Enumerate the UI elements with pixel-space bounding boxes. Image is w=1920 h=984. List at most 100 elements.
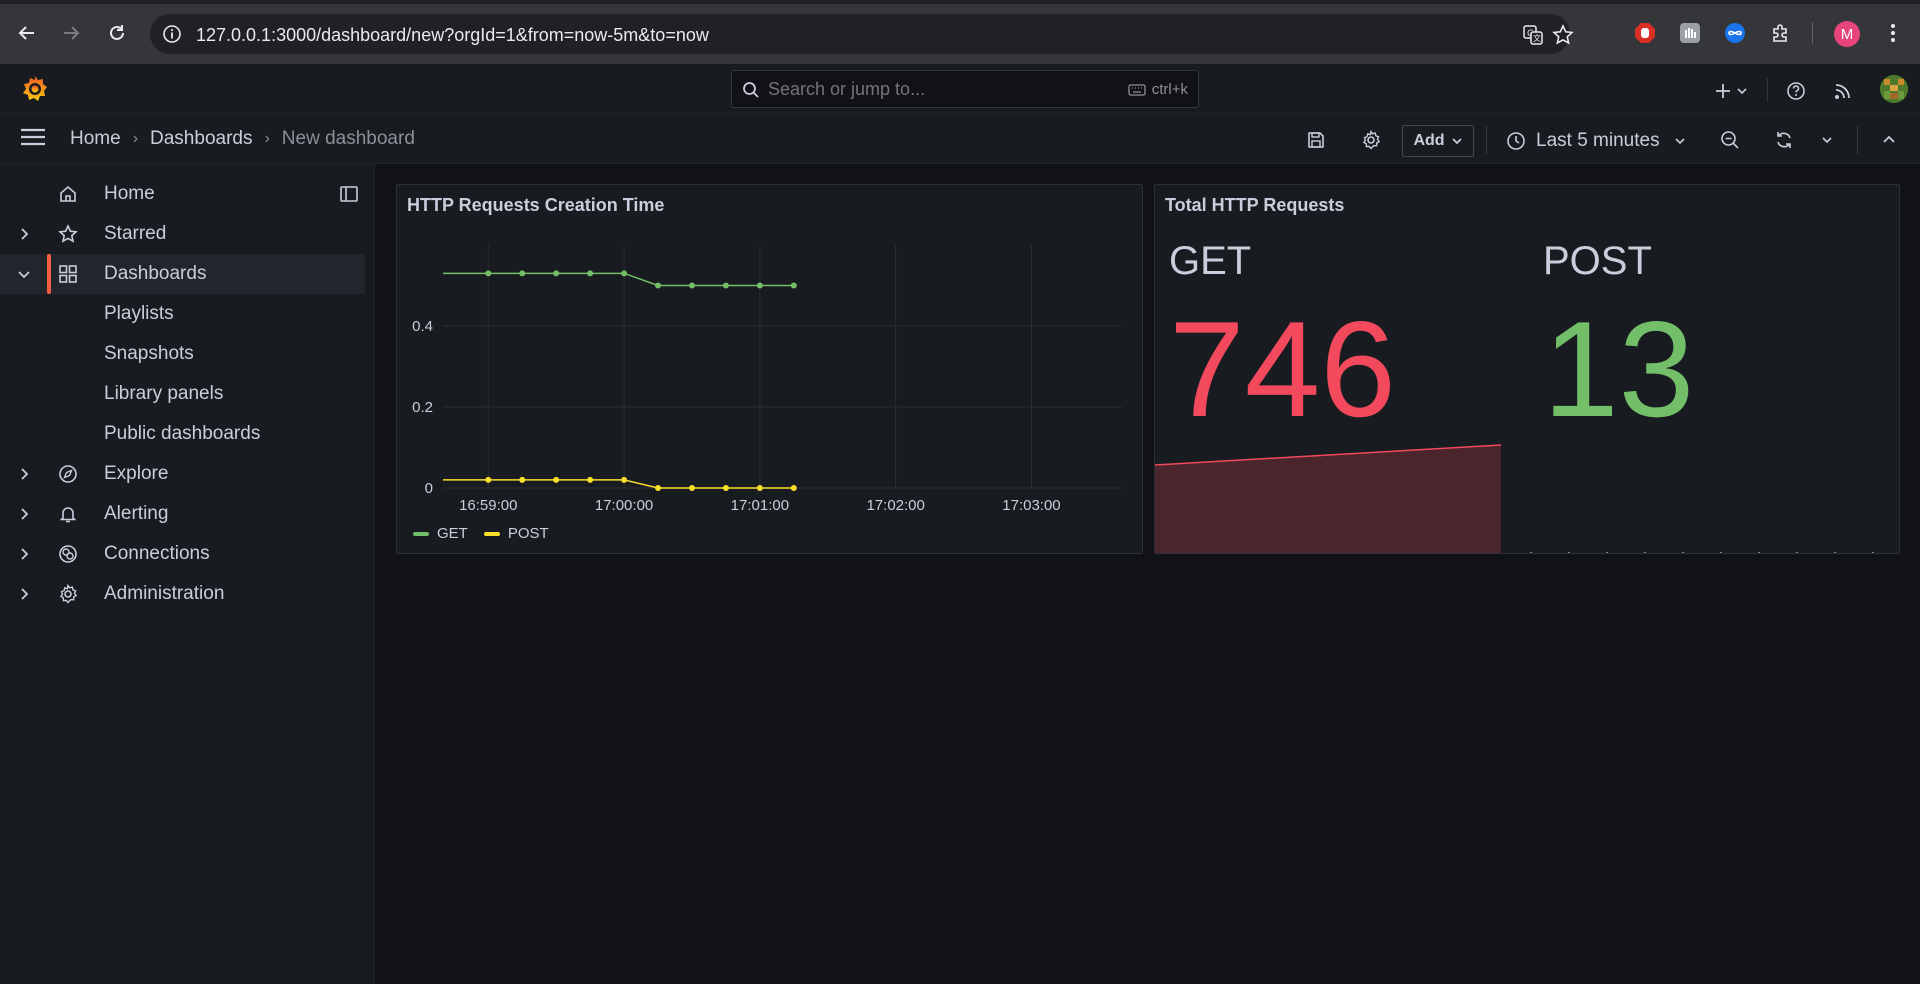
sidebar-item-label: Alerting bbox=[104, 503, 169, 524]
sidebar-item-label: Snapshots bbox=[104, 343, 194, 364]
dashboard-settings-button[interactable] bbox=[1357, 126, 1385, 154]
apps-icon bbox=[58, 264, 78, 284]
home-icon bbox=[58, 184, 78, 204]
sidebar-item-alerting[interactable]: Alerting bbox=[0, 494, 365, 534]
chevron-right-icon[interactable] bbox=[16, 506, 32, 522]
data-point-get bbox=[621, 270, 628, 277]
chevron-up-icon bbox=[1883, 135, 1895, 143]
sidebar-item-dashboards[interactable]: Dashboards bbox=[0, 254, 365, 294]
chevron-right-icon[interactable] bbox=[16, 586, 32, 602]
help-icon[interactable] bbox=[1783, 78, 1809, 104]
sidebar-item-label: Administration bbox=[104, 583, 225, 604]
time-range-picker[interactable]: Last 5 minutes bbox=[1506, 125, 1686, 157]
gear-icon bbox=[1362, 130, 1381, 150]
sidebar-item-explore[interactable]: Explore bbox=[0, 454, 365, 494]
refresh-interval-button[interactable] bbox=[1816, 126, 1838, 154]
extension-infinity-icon[interactable] bbox=[1722, 20, 1748, 46]
data-point-post bbox=[790, 485, 797, 491]
chevron-down-icon[interactable] bbox=[16, 266, 32, 282]
shortcut-hint: ctrl+k bbox=[1128, 81, 1188, 98]
sidebar-item-administration[interactable]: Administration bbox=[0, 574, 365, 614]
extensions-puzzle-icon[interactable] bbox=[1768, 20, 1794, 46]
grafana-logo[interactable] bbox=[20, 74, 50, 104]
forward-arrow-icon bbox=[64, 26, 80, 40]
chevron-right-icon[interactable] bbox=[16, 466, 32, 482]
chart-legend: GET POST bbox=[413, 525, 555, 542]
data-point-post bbox=[655, 485, 662, 491]
site-info-icon[interactable] bbox=[162, 24, 182, 44]
chevron-right-icon[interactable] bbox=[16, 546, 32, 562]
reload-button[interactable] bbox=[102, 18, 132, 48]
sidebar-item-home[interactable]: Home bbox=[0, 174, 365, 214]
grafana-topbar: ctrl+k bbox=[0, 64, 1920, 114]
x-tick-label: 17:02:00 bbox=[866, 497, 924, 514]
breadcrumb-home[interactable]: Home bbox=[70, 128, 121, 150]
reload-icon bbox=[110, 25, 124, 40]
refresh-icon bbox=[1777, 132, 1791, 148]
profile-avatar[interactable]: M bbox=[1834, 21, 1860, 47]
translate-icon[interactable]: G文 bbox=[1522, 24, 1544, 46]
legend-label: POST bbox=[507, 525, 549, 542]
x-tick-label: 17:01:00 bbox=[731, 497, 789, 514]
chevron-down-icon bbox=[1451, 138, 1462, 145]
dashboard-toolbar: Home › Dashboards › New dashboard Add La… bbox=[0, 114, 1920, 164]
sidebar-item-playlists[interactable]: Playlists bbox=[0, 294, 365, 334]
forward-button[interactable] bbox=[56, 18, 86, 48]
clock-icon bbox=[1507, 132, 1525, 150]
refresh-button[interactable] bbox=[1770, 126, 1798, 154]
back-button[interactable] bbox=[12, 18, 42, 48]
stat-get-name: GET bbox=[1169, 239, 1252, 283]
legend-item-get[interactable]: GET bbox=[413, 525, 468, 542]
legend-item-post[interactable]: POST bbox=[483, 525, 549, 542]
sidebar-item-starred[interactable]: Starred bbox=[0, 214, 365, 254]
hamburger-icon bbox=[21, 128, 45, 146]
data-point-get bbox=[587, 270, 594, 277]
bell-icon bbox=[58, 504, 78, 524]
chevron-right-icon[interactable] bbox=[16, 226, 32, 242]
new-dropdown-button[interactable] bbox=[1708, 78, 1754, 104]
search-input[interactable] bbox=[768, 79, 1068, 100]
plus-icon bbox=[1716, 84, 1730, 98]
user-avatar[interactable] bbox=[1880, 75, 1908, 103]
news-feed-icon[interactable] bbox=[1830, 78, 1856, 104]
stat-post-value: 13 bbox=[1543, 293, 1695, 445]
sidebar-item-connections[interactable]: Connections bbox=[0, 534, 365, 574]
data-point-post bbox=[519, 476, 526, 483]
browser-menu-icon[interactable] bbox=[1880, 20, 1906, 46]
legend-label: GET bbox=[437, 525, 468, 542]
chevron-right-icon: › bbox=[264, 130, 270, 147]
data-point-get bbox=[756, 282, 763, 289]
data-point-post bbox=[756, 485, 763, 491]
sidebar-item-label: Library panels bbox=[104, 383, 224, 404]
sidebar-item-snapshots[interactable]: Snapshots bbox=[0, 334, 365, 374]
extension-stop-icon[interactable] bbox=[1632, 20, 1658, 46]
add-button[interactable]: Add bbox=[1402, 125, 1474, 157]
gear-icon bbox=[58, 584, 78, 604]
bookmark-star-icon[interactable] bbox=[1552, 24, 1574, 46]
data-point-get bbox=[722, 282, 729, 289]
keyboard-icon bbox=[1128, 83, 1146, 96]
get-sparkline bbox=[1155, 444, 1501, 553]
address-bar[interactable]: 127.0.0.1:3000/dashboard/new?orgId=1&fro… bbox=[150, 14, 1574, 54]
y-tick-label: 0.4 bbox=[412, 318, 433, 335]
zoom-out-button[interactable] bbox=[1716, 126, 1744, 154]
collapse-toolbar-button[interactable] bbox=[1877, 126, 1901, 154]
sidebar-nav: Home Starred Dashboards Playlists Snapsh… bbox=[0, 164, 375, 984]
sidebar-item-public-dashboards[interactable]: Public dashboards bbox=[0, 414, 365, 454]
sidebar-item-library-panels[interactable]: Library panels bbox=[0, 374, 365, 414]
sidebar-item-label: Starred bbox=[104, 223, 167, 244]
menu-toggle-button[interactable] bbox=[20, 127, 50, 151]
y-tick-label: 0.2 bbox=[412, 399, 433, 416]
search-icon bbox=[742, 81, 760, 99]
timeseries-panel[interactable]: HTTP Requests Creation Time 0 0.2 0.4 16:59… bbox=[396, 184, 1143, 554]
toolbar-divider bbox=[1486, 126, 1487, 154]
series-line-get bbox=[443, 272, 794, 287]
data-point-get bbox=[485, 270, 492, 277]
search-bar[interactable]: ctrl+k bbox=[731, 70, 1199, 108]
toolbar-divider bbox=[1857, 126, 1858, 154]
y-tick-label: 0 bbox=[425, 480, 433, 497]
breadcrumb-dashboards[interactable]: Dashboards bbox=[150, 128, 252, 150]
stat-panel[interactable]: Total HTTP Requests GET 746 POST 13 bbox=[1154, 184, 1900, 554]
save-dashboard-button[interactable] bbox=[1302, 126, 1330, 154]
extension-hand-icon[interactable] bbox=[1677, 20, 1703, 46]
